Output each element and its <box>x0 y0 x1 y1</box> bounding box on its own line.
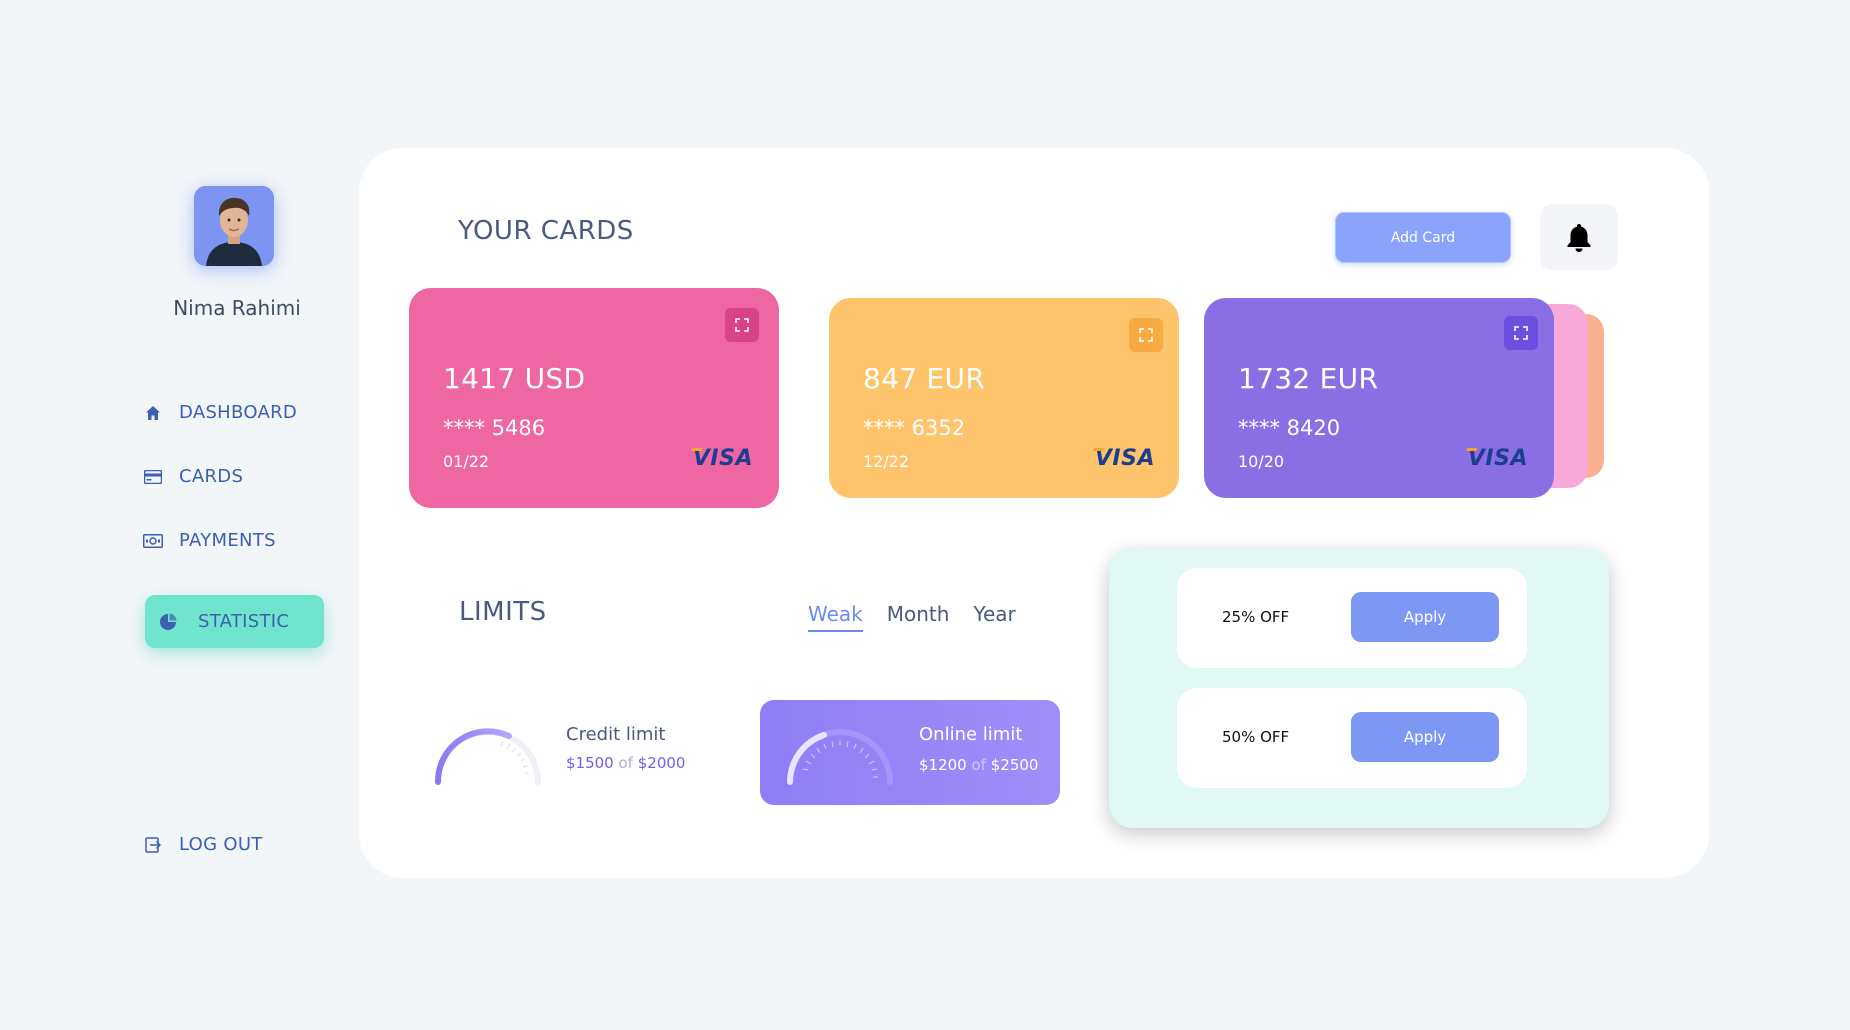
card-balance: 847 EUR <box>863 362 986 395</box>
visa-logo: VISA <box>1094 446 1155 471</box>
nav-dashboard[interactable]: DASHBOARD <box>143 402 297 423</box>
period-tabs: Weak Month Year <box>808 602 1016 632</box>
your-cards-title: YOUR CARDS <box>458 216 634 246</box>
card-expiry: 10/20 <box>1238 452 1285 471</box>
credit-limit-gauge <box>434 728 541 785</box>
offers-panel: 25% OFF Apply 50% OFF Apply <box>1109 548 1609 828</box>
card-balance: 1417 USD <box>443 362 586 395</box>
credit-limit-used: $1500 <box>566 754 614 772</box>
nav-payments[interactable]: PAYMENTS <box>143 530 276 551</box>
expand-icon[interactable] <box>725 308 759 342</box>
logout-label: LOG OUT <box>179 834 263 855</box>
add-card-button[interactable]: Add Card <box>1335 212 1511 263</box>
logout-button[interactable]: LOG OUT <box>143 834 263 855</box>
card-eur-1[interactable]: 847 EUR **** 6352 12/22 VISA <box>829 298 1179 498</box>
notifications-button[interactable] <box>1540 204 1618 270</box>
credit-card-icon <box>143 467 163 487</box>
offer-item: 50% OFF Apply <box>1177 688 1527 788</box>
apply-button[interactable]: Apply <box>1351 712 1499 762</box>
online-limit[interactable]: Online limit $1200 of $2500 <box>760 700 1060 805</box>
bell-icon <box>1567 224 1591 252</box>
apply-button[interactable]: Apply <box>1351 592 1499 642</box>
money-icon <box>143 531 163 551</box>
online-limit-total: $2500 <box>990 756 1039 774</box>
tab-weak[interactable]: Weak <box>808 602 863 632</box>
limits-title: LIMITS <box>459 597 547 627</box>
credit-limit[interactable]: Credit limit $1500 of $2000 <box>430 712 720 802</box>
nav-statistic[interactable]: STATISTIC <box>145 595 324 648</box>
card-number: **** 8420 <box>1238 416 1341 440</box>
offer-item: 25% OFF Apply <box>1177 568 1527 668</box>
offer-label: 50% OFF <box>1222 728 1290 746</box>
visa-logo: VISA <box>692 446 753 471</box>
pie-chart-icon <box>158 612 178 632</box>
expand-icon[interactable] <box>1504 316 1538 350</box>
card-usd[interactable]: 1417 USD **** 5486 01/22 VISA <box>409 288 779 508</box>
credit-limit-of: of <box>618 754 633 772</box>
nav-payments-label: PAYMENTS <box>179 530 276 551</box>
nav-cards[interactable]: CARDS <box>143 466 243 487</box>
card-eur-2[interactable]: 1732 EUR **** 8420 10/20 VISA <box>1204 298 1554 498</box>
avatar-portrait <box>194 186 274 266</box>
logout-icon <box>143 835 163 855</box>
user-name: Nima Rahimi <box>173 296 301 320</box>
nav-dashboard-label: DASHBOARD <box>179 402 298 423</box>
nav-cards-label: CARDS <box>179 466 244 487</box>
expand-icon[interactable] <box>1129 318 1163 352</box>
offer-label: 25% OFF <box>1222 608 1290 626</box>
tab-year[interactable]: Year <box>973 602 1015 632</box>
home-icon <box>143 403 163 423</box>
card-balance: 1732 EUR <box>1238 362 1379 395</box>
credit-limit-value: $1500 of $2000 <box>566 754 685 772</box>
avatar[interactable] <box>194 186 274 266</box>
tab-month[interactable]: Month <box>887 602 950 632</box>
card-number: **** 5486 <box>443 416 546 440</box>
visa-logo: VISA <box>1467 446 1528 471</box>
online-limit-gauge <box>787 729 893 785</box>
credit-limit-label: Credit limit <box>566 724 666 745</box>
online-limit-label: Online limit <box>919 724 1023 745</box>
online-limit-value: $1200 of $2500 <box>919 756 1038 774</box>
online-limit-of: of <box>971 756 986 774</box>
card-expiry: 12/22 <box>863 452 910 471</box>
nav-statistic-label: STATISTIC <box>198 611 290 632</box>
online-limit-used: $1200 <box>919 756 967 774</box>
card-number: **** 6352 <box>863 416 966 440</box>
card-expiry: 01/22 <box>443 452 490 471</box>
credit-limit-total: $2000 <box>637 754 686 772</box>
